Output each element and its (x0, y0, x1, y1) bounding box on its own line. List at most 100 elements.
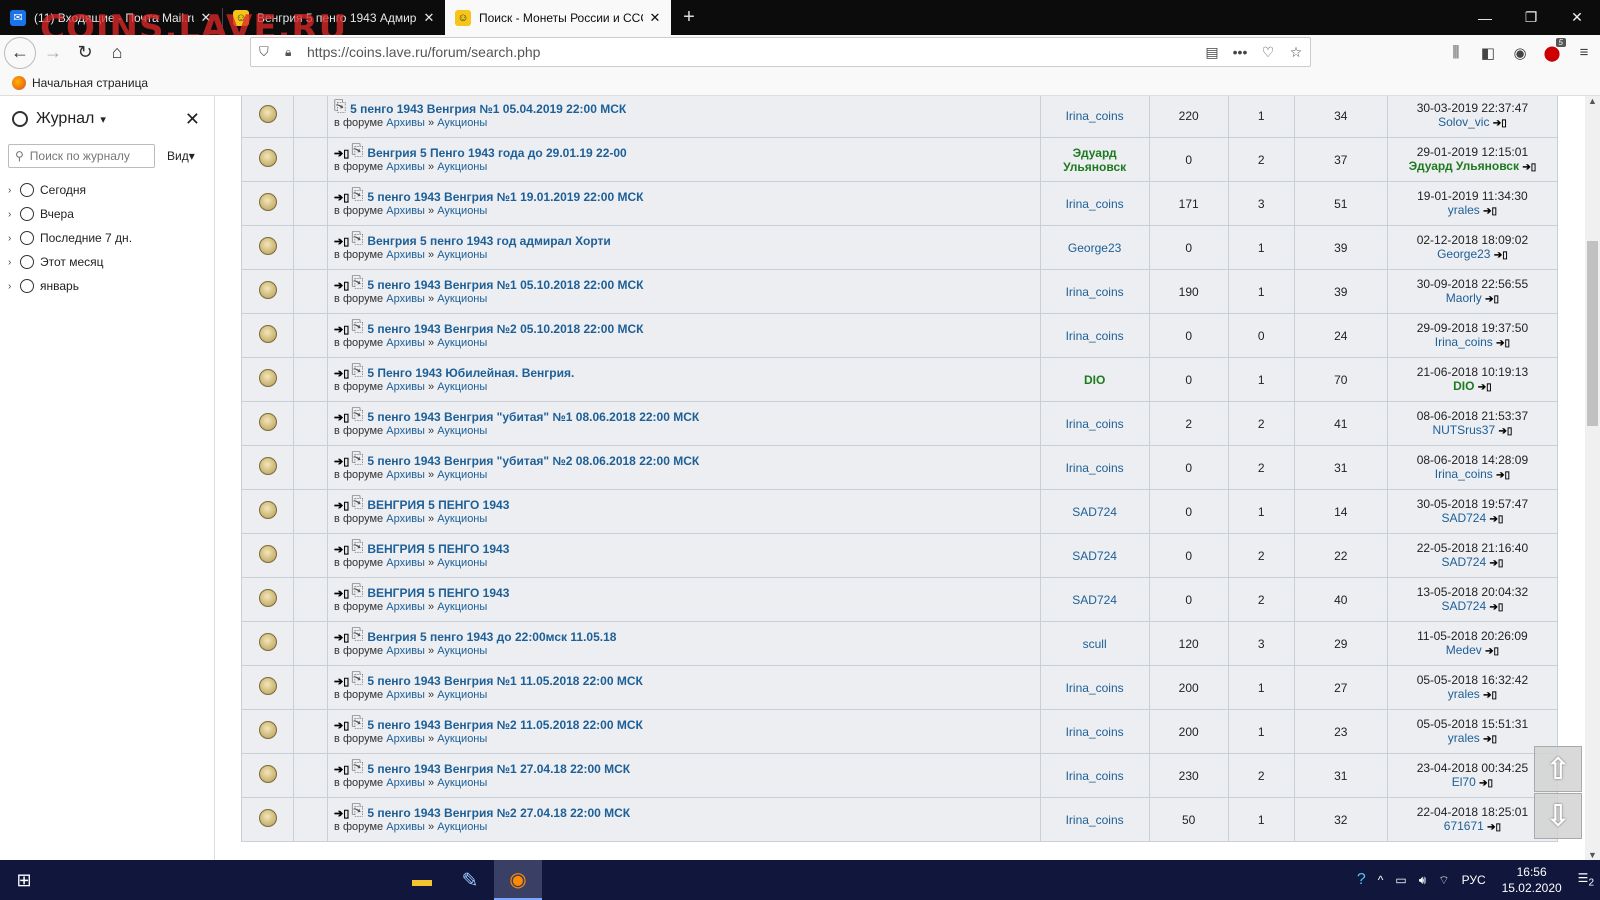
goto-newest-icon[interactable]: ➔▯ (334, 411, 349, 424)
forum-link-auctions[interactable]: Аукционы (437, 337, 487, 349)
battery-icon[interactable]: ▭ (1395, 873, 1406, 887)
forum-link-archives[interactable]: Архивы (386, 117, 425, 129)
goto-last-post-icon[interactable]: ➔▯ (1479, 778, 1493, 789)
goto-newest-icon[interactable]: ➔▯ (334, 455, 349, 468)
volume-icon[interactable]: 🔊︎ (1419, 873, 1427, 888)
library-icon[interactable]: ⫼ (1440, 44, 1472, 61)
forum-link-archives[interactable]: Архивы (386, 601, 425, 613)
forum-link-archives[interactable]: Архивы (386, 161, 425, 173)
topic-author[interactable]: Irina_coins (1039, 709, 1150, 754)
close-icon[interactable]: ✕ (421, 10, 437, 26)
goto-newest-icon[interactable]: ➔▯ (334, 323, 349, 336)
history-item[interactable]: › Последние 7 дн. (0, 226, 214, 250)
scrollbar-thumb[interactable] (1587, 241, 1598, 426)
topic-title-link[interactable]: 5 пенго 1943 Венгрия №2 05.10.2018 22:00… (367, 322, 643, 336)
forum-link-archives[interactable]: Архивы (386, 733, 425, 745)
close-icon[interactable]: ✕ (647, 10, 663, 26)
notifications-icon[interactable]: ☰2 (1578, 871, 1594, 888)
view-dropdown[interactable]: Вид▾ (167, 149, 195, 163)
clock[interactable]: 16:56 15.02.2020 (1502, 864, 1562, 896)
topic-title-link[interactable]: ВЕНГРИЯ 5 ПЕНГО 1943 (367, 542, 509, 556)
goto-last-post-icon[interactable]: ➔▯ (1483, 734, 1497, 745)
restore-button[interactable]: ❐ (1508, 0, 1554, 35)
topic-author[interactable]: Irina_coins (1039, 96, 1150, 138)
history-item[interactable]: › Сегодня (0, 178, 214, 202)
scroll-up-arrow[interactable]: ▲ (1585, 96, 1600, 106)
sidebar-toggle-icon[interactable]: ◧ (1472, 44, 1504, 62)
forum-link-auctions[interactable]: Аукционы (437, 821, 487, 833)
tab-mail[interactable]: ✉ (11) Входящие - Почта Mail.ru ✕ (0, 0, 222, 35)
goto-last-post-icon[interactable]: ➔▯ (1494, 250, 1508, 261)
network-icon[interactable]: ⌔ (1438, 873, 1449, 888)
goto-newest-icon[interactable]: ➔▯ (334, 235, 349, 248)
menu-icon[interactable]: ≡ (1568, 44, 1600, 61)
url-text[interactable]: https://coins.lave.ru/forum/search.php (307, 44, 540, 60)
app-icon[interactable]: ✎ (446, 860, 494, 900)
close-window-button[interactable]: ✕ (1554, 0, 1600, 35)
sidebar-title[interactable]: Журнал (36, 110, 94, 128)
last-post-user[interactable]: 671671 (1444, 819, 1484, 833)
forum-link-archives[interactable]: Архивы (386, 645, 425, 657)
bookmark-home[interactable]: Начальная страница (32, 76, 148, 90)
goto-newest-icon[interactable]: ➔▯ (334, 719, 349, 732)
goto-newest-icon[interactable]: ➔▯ (334, 631, 349, 644)
goto-last-post-icon[interactable]: ➔▯ (1485, 646, 1499, 657)
goto-newest-icon[interactable]: ➔▯ (334, 367, 349, 380)
topic-title-link[interactable]: 5 пенго 1943 Венгрия "убитая" №2 08.06.2… (367, 454, 699, 468)
topic-author[interactable]: Irina_coins (1039, 269, 1150, 314)
topic-title-link[interactable]: 5 пенго 1943 Венгрия №2 11.05.2018 22:00… (367, 718, 642, 732)
topic-author[interactable]: George23 (1039, 225, 1150, 270)
topic-author[interactable]: Эдуард Ульяновск (1039, 137, 1150, 182)
forum-link-auctions[interactable]: Аукционы (437, 381, 487, 393)
forum-link-auctions[interactable]: Аукционы (437, 293, 487, 305)
minimize-button[interactable]: — (1462, 0, 1508, 35)
last-post-user[interactable]: yrales (1448, 731, 1480, 745)
chevron-right-icon[interactable]: › (8, 257, 20, 268)
forum-link-auctions[interactable]: Аукционы (437, 777, 487, 789)
bookmark-star-icon[interactable]: ☆ (1282, 44, 1310, 61)
last-post-user[interactable]: yrales (1448, 687, 1480, 701)
topic-author[interactable]: SAD724 (1039, 577, 1150, 622)
goto-last-post-icon[interactable]: ➔▯ (1496, 470, 1510, 481)
goto-last-post-icon[interactable]: ➔▯ (1498, 426, 1512, 437)
history-search-input[interactable]: ⚲ Поиск по журналу (8, 144, 155, 168)
goto-last-post-icon[interactable]: ➔▯ (1522, 162, 1536, 173)
goto-newest-icon[interactable]: ➔▯ (334, 587, 349, 600)
goto-last-post-icon[interactable]: ➔▯ (1483, 690, 1497, 701)
goto-newest-icon[interactable]: ➔▯ (334, 147, 349, 160)
forum-link-archives[interactable]: Архивы (386, 557, 425, 569)
forum-link-auctions[interactable]: Аукционы (437, 557, 487, 569)
account-icon[interactable]: ◉ (1504, 44, 1536, 62)
last-post-user[interactable]: SAD724 (1441, 599, 1486, 613)
goto-last-post-icon[interactable]: ➔▯ (1485, 294, 1499, 305)
goto-last-post-icon[interactable]: ➔▯ (1483, 206, 1497, 217)
forum-link-archives[interactable]: Архивы (386, 337, 425, 349)
topic-title-link[interactable]: Венгрия 5 пенго 1943 год адмирал Хорти (367, 234, 610, 248)
topic-title-link[interactable]: 5 Пенго 1943 Юбилейная. Венгрия. (367, 366, 574, 380)
language-indicator[interactable]: РУС (1462, 873, 1486, 887)
forum-link-auctions[interactable]: Аукционы (437, 645, 487, 657)
adblock-icon[interactable]: ⬤ 5 (1536, 37, 1568, 62)
topic-author[interactable]: Irina_coins (1039, 665, 1150, 710)
scroll-down-arrow[interactable]: ▼ (1585, 850, 1600, 860)
scroll-to-bottom-button[interactable]: ⇩ (1534, 793, 1582, 839)
forum-link-archives[interactable]: Архивы (386, 689, 425, 701)
lock-icon[interactable]: 🔒︎ (285, 45, 297, 60)
topic-author[interactable]: SAD724 (1039, 533, 1150, 578)
topic-title-link[interactable]: ВЕНГРИЯ 5 ПЕНГО 1943 (367, 498, 509, 512)
forum-link-auctions[interactable]: Аукционы (437, 117, 487, 129)
goto-last-post-icon[interactable]: ➔▯ (1478, 382, 1492, 393)
last-post-user[interactable]: Irina_coins (1435, 467, 1493, 481)
forum-link-auctions[interactable]: Аукционы (437, 689, 487, 701)
topic-author[interactable]: Irina_coins (1039, 313, 1150, 358)
goto-newest-icon[interactable]: ➔▯ (334, 499, 349, 512)
forum-link-archives[interactable]: Архивы (386, 821, 425, 833)
last-post-user[interactable]: Medev (1446, 643, 1482, 657)
last-post-user[interactable]: DIO (1453, 379, 1474, 393)
topic-title-link[interactable]: 5 пенго 1943 Венгрия "убитая" №1 08.06.2… (367, 410, 699, 424)
last-post-user[interactable]: George23 (1437, 247, 1490, 261)
close-icon[interactable]: ✕ (198, 10, 214, 26)
pocket-icon[interactable]: ♡ (1254, 44, 1282, 61)
topic-title-link[interactable]: 5 пенго 1943 Венгрия №1 11.05.2018 22:00… (367, 674, 642, 688)
home-button[interactable]: ⌂ (102, 38, 132, 68)
